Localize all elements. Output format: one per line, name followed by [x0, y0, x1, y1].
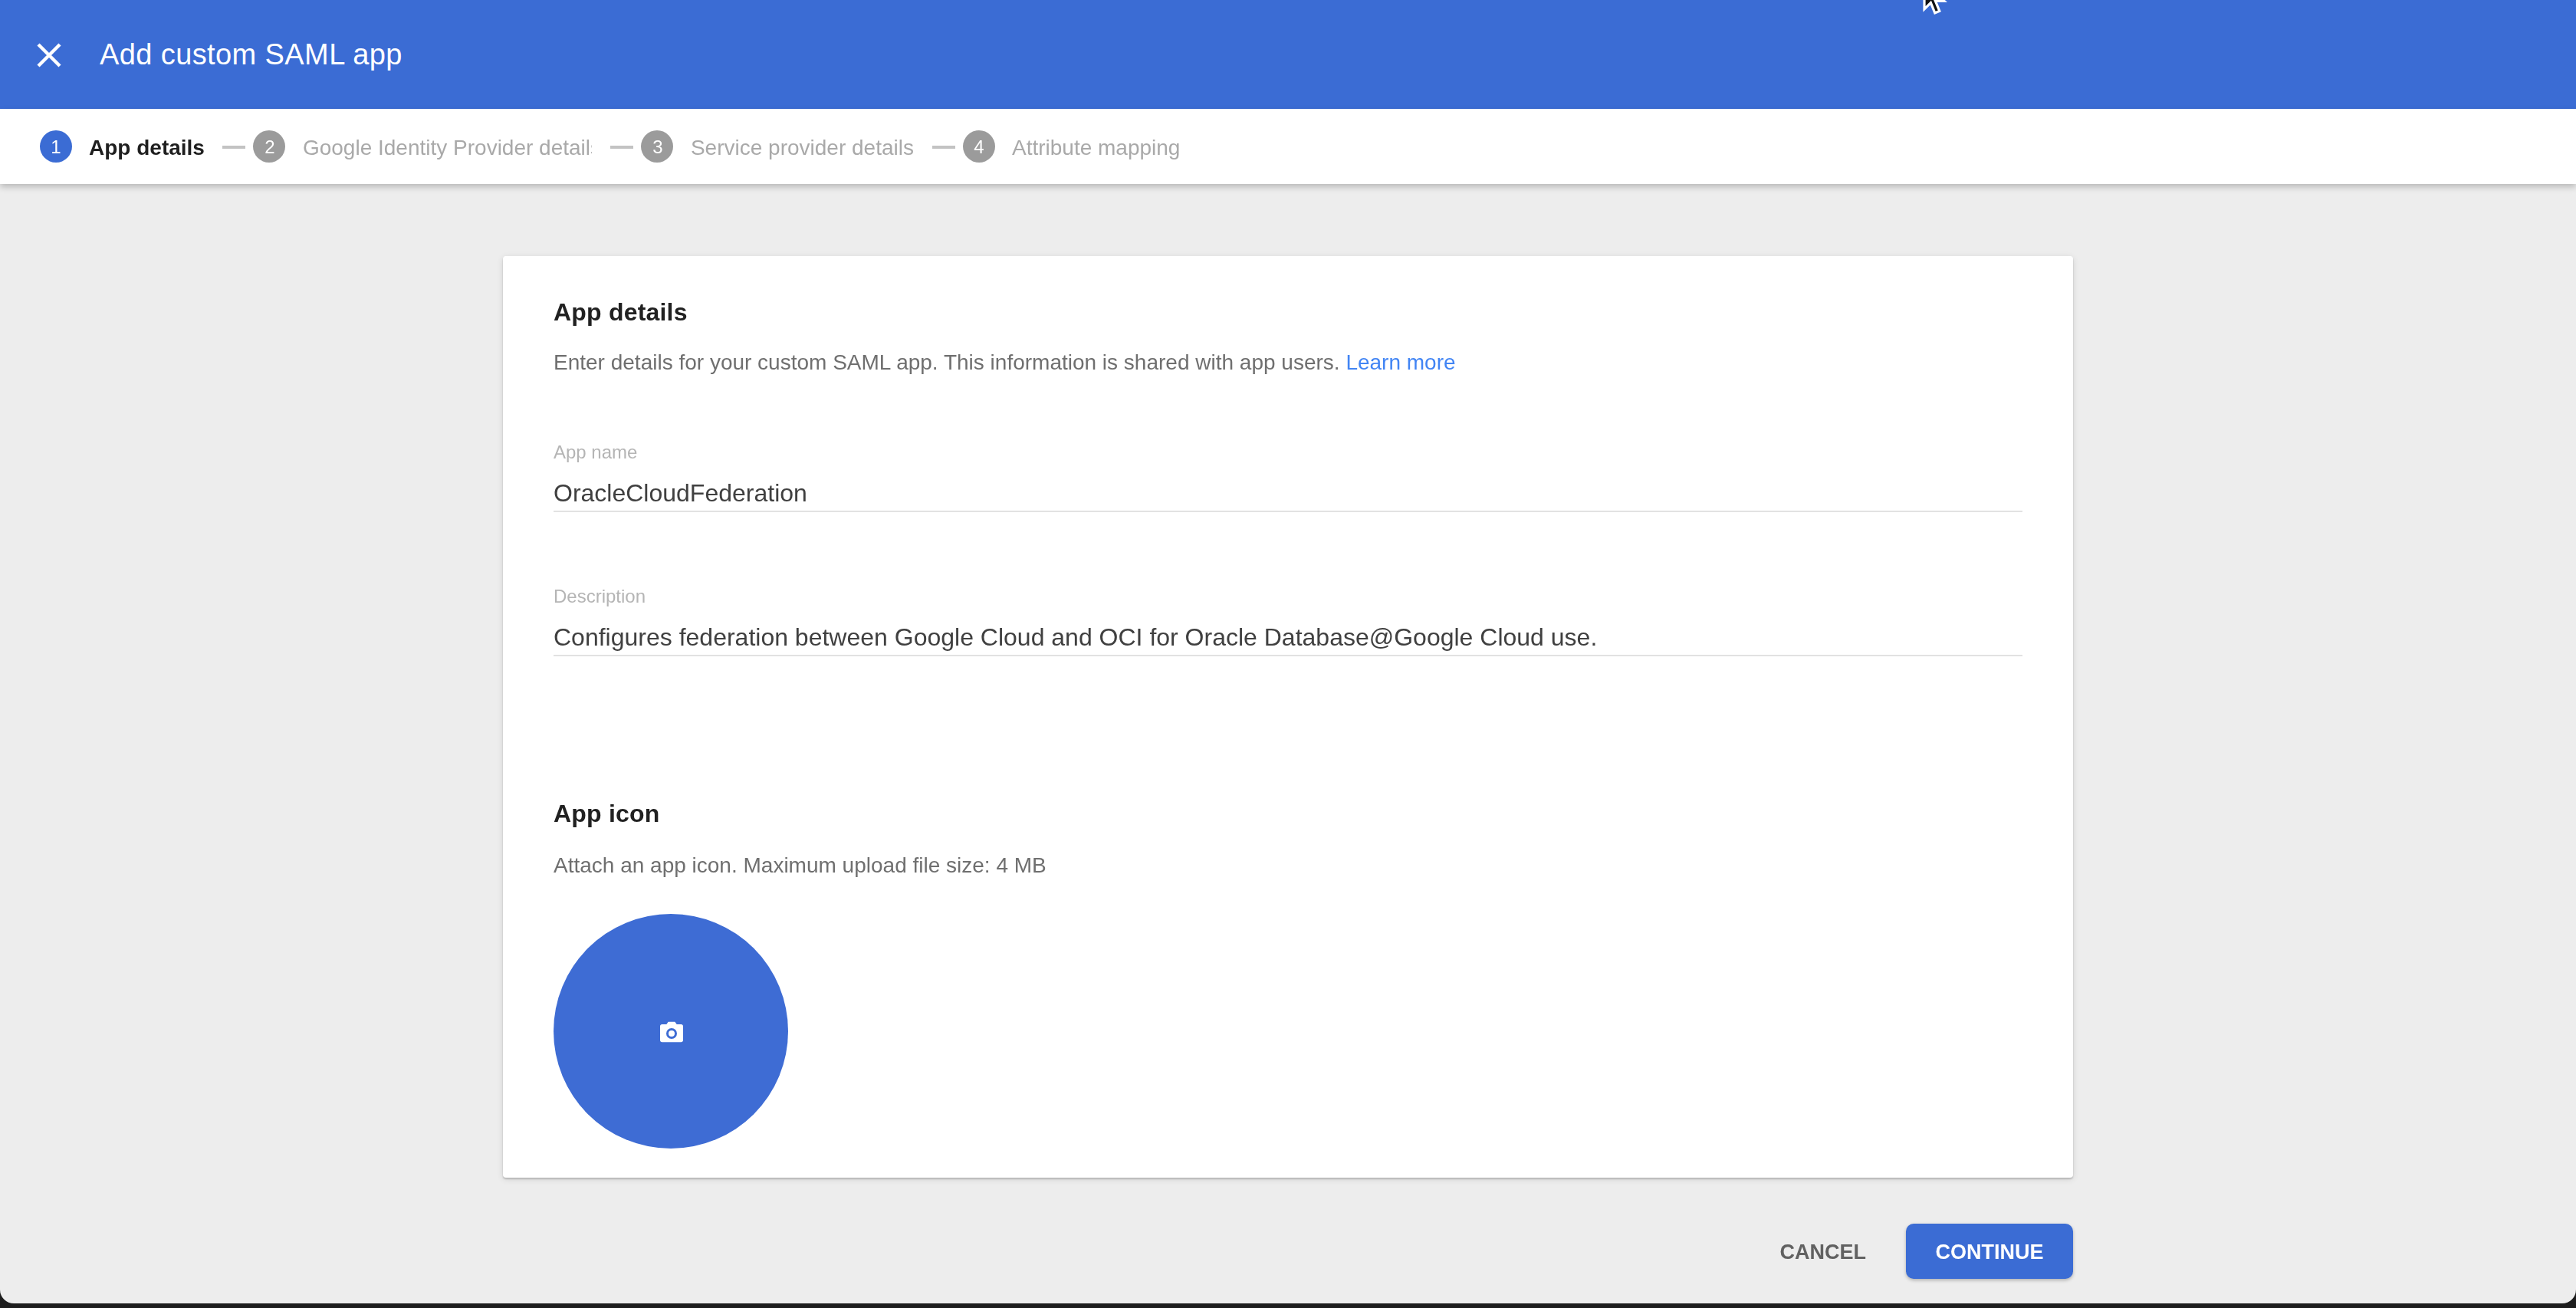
add-custom-saml-app-dialog: Add custom SAML app 1 App details 2 Goog… — [0, 0, 2576, 1308]
step-4-label: Attribute mapping — [1012, 134, 1180, 159]
dialog-title: Add custom SAML app — [100, 38, 402, 71]
step-1-circle: 1 — [40, 130, 72, 163]
step-app-details[interactable]: 1 App details — [40, 130, 205, 163]
stepper: 1 App details 2 Google Identity Provider… — [0, 109, 2576, 184]
app-icon-upload-button[interactable] — [554, 914, 788, 1149]
mouse-cursor — [1917, 0, 1950, 20]
step-3-circle: 3 — [642, 130, 674, 163]
dialog-surface: Add custom SAML app 1 App details 2 Goog… — [0, 0, 2576, 1303]
step-divider — [932, 145, 955, 148]
description-label: Description — [554, 586, 2022, 607]
step-google-idp-details[interactable]: 2 Google Identity Provider details — [254, 130, 593, 163]
continue-button[interactable]: CONTINUE — [1906, 1224, 2073, 1279]
description-input[interactable]: Configures federation between Google Clo… — [554, 623, 2022, 656]
dialog-content: App details Enter details for your custo… — [0, 184, 2576, 1299]
step-2-label: Google Identity Provider details — [303, 134, 593, 159]
step-2-circle: 2 — [254, 130, 286, 163]
app-details-card: App details Enter details for your custo… — [503, 256, 2073, 1178]
card-title: App details — [554, 299, 2022, 327]
learn-more-link[interactable]: Learn more — [1346, 350, 1455, 374]
step-4-circle: 4 — [963, 130, 995, 163]
app-name-input[interactable]: OracleCloudFederation — [554, 478, 2022, 512]
step-3-label: Service provider details — [691, 134, 914, 159]
card-description-text: Enter details for your custom SAML app. … — [554, 350, 1340, 374]
step-service-provider-details[interactable]: 3 Service provider details — [642, 130, 914, 163]
card-description: Enter details for your custom SAML app. … — [554, 350, 2022, 374]
cancel-button[interactable]: CANCEL — [1753, 1226, 1894, 1277]
dialog-header: Add custom SAML app — [0, 0, 2576, 109]
step-divider — [611, 145, 634, 148]
step-attribute-mapping[interactable]: 4 Attribute mapping — [963, 130, 1180, 163]
step-divider — [223, 145, 246, 148]
close-icon — [35, 41, 63, 68]
dialog-actions: CANCEL CONTINUE — [1753, 1224, 2074, 1279]
app-icon-hint: Attach an app icon. Maximum upload file … — [554, 853, 2022, 877]
description-field: Description Configures federation betwee… — [554, 586, 2022, 656]
close-button[interactable] — [31, 36, 67, 73]
app-name-label: App name — [554, 442, 2022, 463]
camera-icon — [656, 1016, 686, 1047]
step-1-label: App details — [89, 134, 205, 159]
app-icon-title: App icon — [554, 800, 2022, 828]
app-name-field: App name OracleCloudFederation — [554, 442, 2022, 512]
